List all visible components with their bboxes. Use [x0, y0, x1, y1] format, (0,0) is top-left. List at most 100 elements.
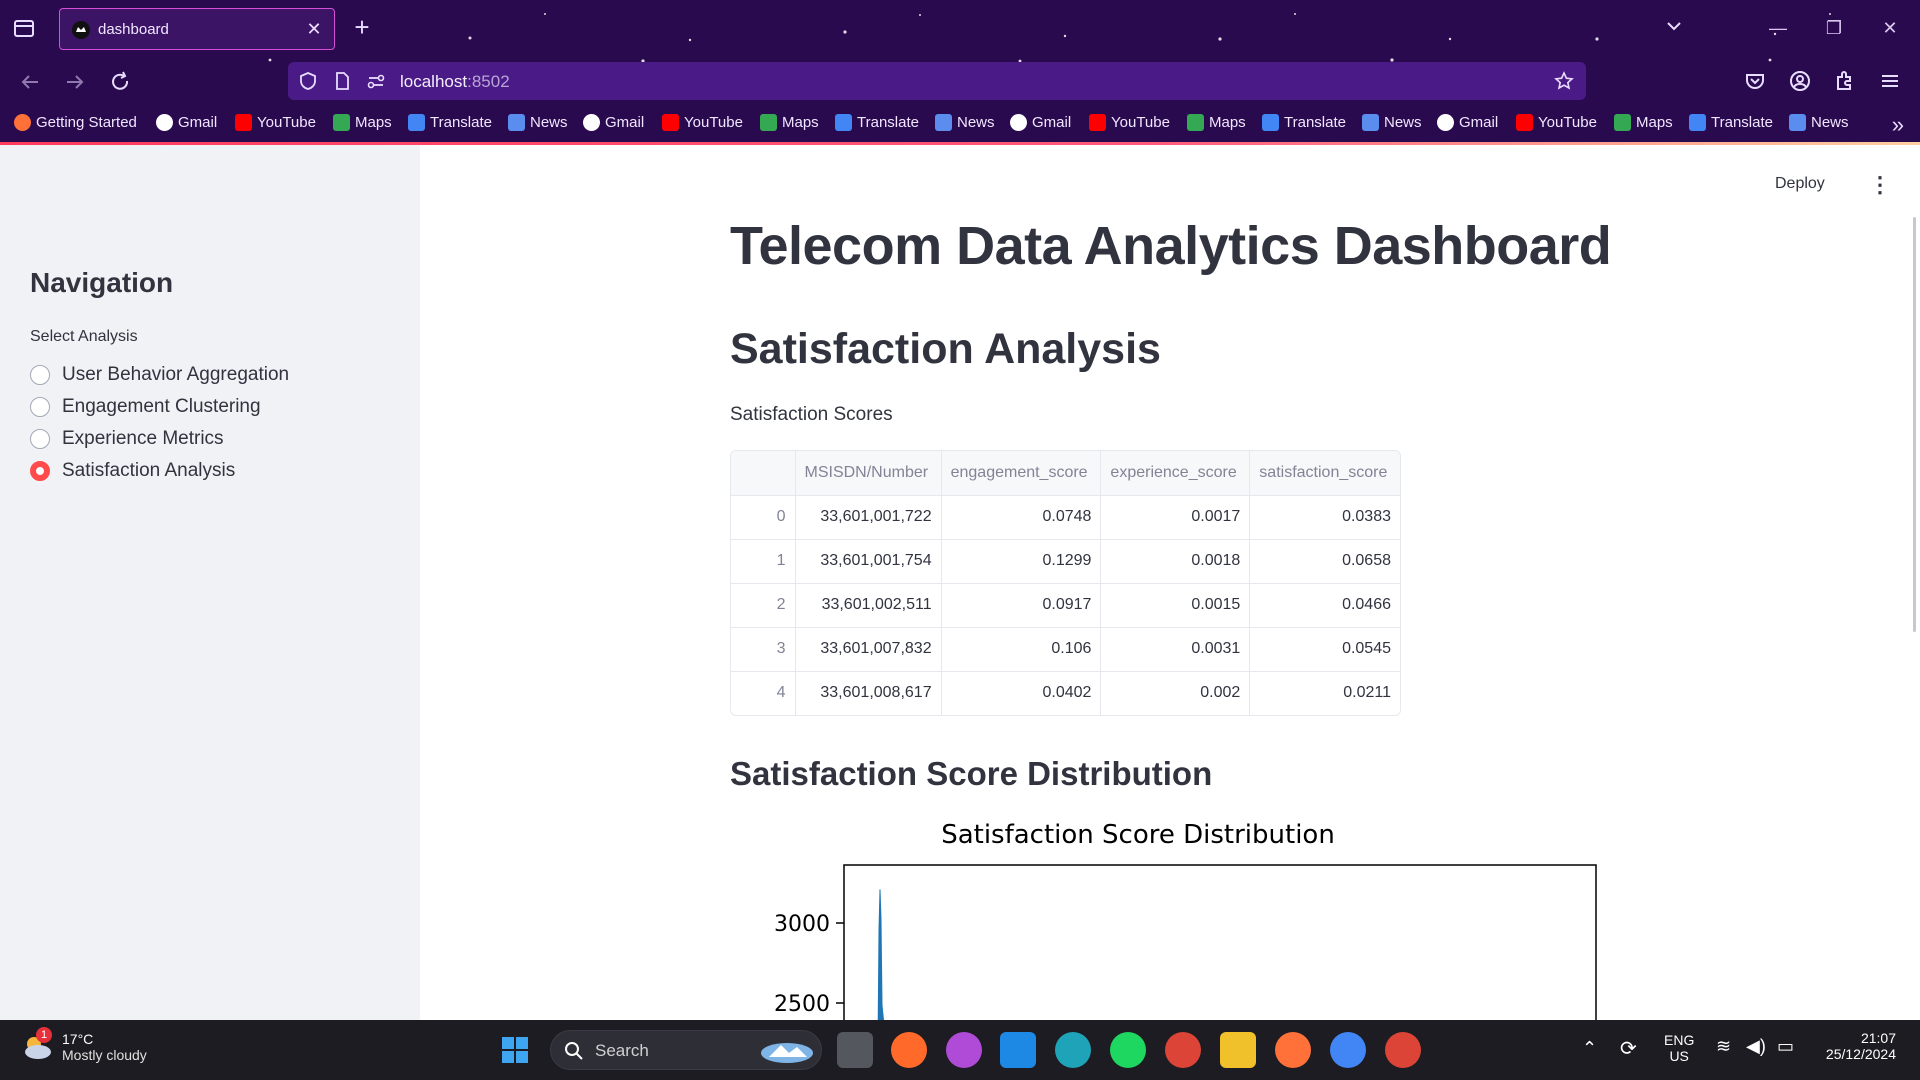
tab-list-icon[interactable] [10, 14, 38, 42]
edge-app-icon[interactable] [1055, 1032, 1091, 1068]
bookmark-item[interactable]: News [935, 114, 995, 131]
new-tab-button[interactable]: + [348, 13, 376, 41]
table-cell[interactable]: 0.0018 [1100, 539, 1251, 584]
deploy-button[interactable]: Deploy [1775, 175, 1825, 193]
radio-option-engagement-clustering[interactable]: Engagement Clustering [30, 393, 261, 421]
column-header-engagement[interactable]: engagement_score [941, 451, 1102, 496]
radio-button[interactable] [30, 397, 50, 417]
forward-icon[interactable] [61, 68, 89, 96]
table-cell[interactable]: 0.0545 [1249, 627, 1400, 672]
close-window-button[interactable]: ✕ [1876, 14, 1904, 42]
table-cell[interactable]: 0.0658 [1249, 539, 1400, 584]
bookmark-item[interactable]: YouTube [1089, 114, 1170, 131]
bookmark-item[interactable]: Translate [1262, 114, 1346, 131]
bookmark-item[interactable]: Translate [408, 114, 492, 131]
table-cell[interactable]: 0.0917 [941, 583, 1102, 628]
chrome-profile-2-app-icon[interactable] [1385, 1032, 1421, 1068]
table-cell[interactable]: 0.0402 [941, 671, 1102, 715]
dataframe[interactable]: MSISDN/Number engagement_score experienc… [730, 450, 1401, 716]
table-cell[interactable]: 33,601,002,511 [795, 583, 942, 628]
chevron-up-icon[interactable]: ⌃ [1582, 1038, 1597, 1059]
file-explorer-icon[interactable] [1220, 1032, 1256, 1068]
spotify-app-icon[interactable] [1110, 1032, 1146, 1068]
pocket-icon[interactable] [1742, 68, 1768, 94]
chevron-double-right-icon[interactable]: » [1892, 112, 1904, 138]
page-info-icon[interactable] [332, 71, 352, 91]
column-header-msisdn[interactable]: MSISDN/Number [795, 451, 942, 496]
radio-button-selected[interactable] [30, 461, 50, 481]
tab-close-icon[interactable]: ✕ [304, 19, 324, 39]
table-cell[interactable]: 0.0017 [1100, 495, 1251, 540]
column-header-satisfaction[interactable]: satisfaction_score [1249, 451, 1400, 496]
restore-window-button[interactable]: ❐ [1820, 14, 1848, 42]
shield-icon[interactable] [298, 71, 318, 91]
table-cell[interactable]: 0.0211 [1250, 671, 1400, 715]
row-index[interactable]: 0 [731, 495, 796, 540]
bookmark-item[interactable]: Maps [760, 114, 819, 131]
bookmark-star-icon[interactable] [1554, 71, 1574, 91]
obs-app-icon[interactable] [946, 1032, 982, 1068]
firefox-app-icon[interactable] [1275, 1032, 1311, 1068]
table-cell[interactable]: 0.0031 [1100, 627, 1251, 672]
vscode-app-icon[interactable] [1000, 1032, 1036, 1068]
bookmark-item[interactable]: News [1789, 114, 1849, 131]
chrome-app-icon[interactable] [1165, 1032, 1201, 1068]
radio-button[interactable] [30, 365, 50, 385]
permissions-icon[interactable] [366, 71, 386, 91]
bookmark-item[interactable]: Gmail [583, 114, 644, 131]
bookmark-item[interactable]: YouTube [1516, 114, 1597, 131]
bookmark-item[interactable]: YouTube [662, 114, 743, 131]
back-icon[interactable] [16, 68, 44, 96]
browser-tab[interactable]: dashboard ✕ [59, 8, 335, 50]
reload-icon[interactable] [106, 68, 134, 96]
column-header-index[interactable] [731, 451, 796, 496]
windows-start-icon[interactable] [497, 1032, 533, 1068]
row-index[interactable]: 4 [731, 671, 796, 715]
menu-icon[interactable] [1877, 68, 1903, 94]
list-all-tabs-icon[interactable] [1662, 14, 1686, 38]
bookmark-item[interactable]: Gmail [1437, 114, 1498, 131]
table-cell[interactable]: 0.0748 [941, 495, 1102, 540]
bookmark-item[interactable]: Maps [1187, 114, 1246, 131]
table-cell[interactable]: 0.0015 [1100, 583, 1251, 628]
scrollbar[interactable] [1913, 217, 1916, 632]
table-cell[interactable]: 0.106 [941, 627, 1102, 672]
table-cell[interactable]: 33,601,007,832 [795, 627, 942, 672]
chrome-profile-app-icon[interactable] [1330, 1032, 1366, 1068]
address-bar[interactable]: localhost:8502 [288, 62, 1586, 100]
bookmark-item[interactable]: Translate [1689, 114, 1773, 131]
url-text[interactable]: localhost:8502 [400, 72, 510, 92]
language-indicator[interactable]: ENG US [1664, 1032, 1694, 1064]
bookmark-item[interactable]: Maps [1614, 114, 1673, 131]
extensions-icon[interactable] [1832, 68, 1858, 94]
battery-icon[interactable]: ▭ [1777, 1036, 1794, 1057]
postman-app-icon[interactable] [891, 1032, 927, 1068]
row-index[interactable]: 2 [731, 583, 796, 628]
column-header-experience[interactable]: experience_score [1100, 451, 1251, 496]
weather-widget[interactable]: 1 17°C Mostly cloudy [20, 1027, 147, 1064]
table-cell[interactable]: 33,601,001,754 [795, 539, 942, 584]
volume-icon[interactable]: ◀) [1746, 1036, 1766, 1057]
table-cell[interactable]: 0.0383 [1249, 495, 1400, 540]
radio-option-satisfaction-analysis[interactable]: Satisfaction Analysis [30, 457, 235, 485]
radio-option-experience-metrics[interactable]: Experience Metrics [30, 425, 224, 453]
more-options-icon[interactable]: ⋮ [1868, 173, 1892, 197]
bookmark-item[interactable]: Translate [835, 114, 919, 131]
taskbar-search[interactable]: Search [550, 1030, 822, 1070]
bookmark-item[interactable]: Getting Started [14, 114, 137, 131]
task-view-icon[interactable] [837, 1032, 873, 1068]
row-index[interactable]: 3 [731, 627, 796, 672]
bookmark-item[interactable]: News [1362, 114, 1422, 131]
radio-button[interactable] [30, 429, 50, 449]
sync-icon[interactable]: ⟳ [1620, 1036, 1637, 1061]
radio-option-user-behavior[interactable]: User Behavior Aggregation [30, 361, 289, 389]
table-cell[interactable]: 33,601,001,722 [795, 495, 942, 540]
bookmark-item[interactable]: YouTube [235, 114, 316, 131]
bookmark-item[interactable]: Maps [333, 114, 392, 131]
row-index[interactable]: 1 [731, 539, 796, 584]
table-cell[interactable]: 0.1299 [941, 539, 1102, 584]
clock[interactable]: 21:07 25/12/2024 [1818, 1030, 1896, 1062]
minimize-window-button[interactable]: — [1764, 14, 1792, 42]
table-cell[interactable]: 0.002 [1100, 671, 1251, 715]
table-cell[interactable]: 0.0466 [1249, 583, 1400, 628]
